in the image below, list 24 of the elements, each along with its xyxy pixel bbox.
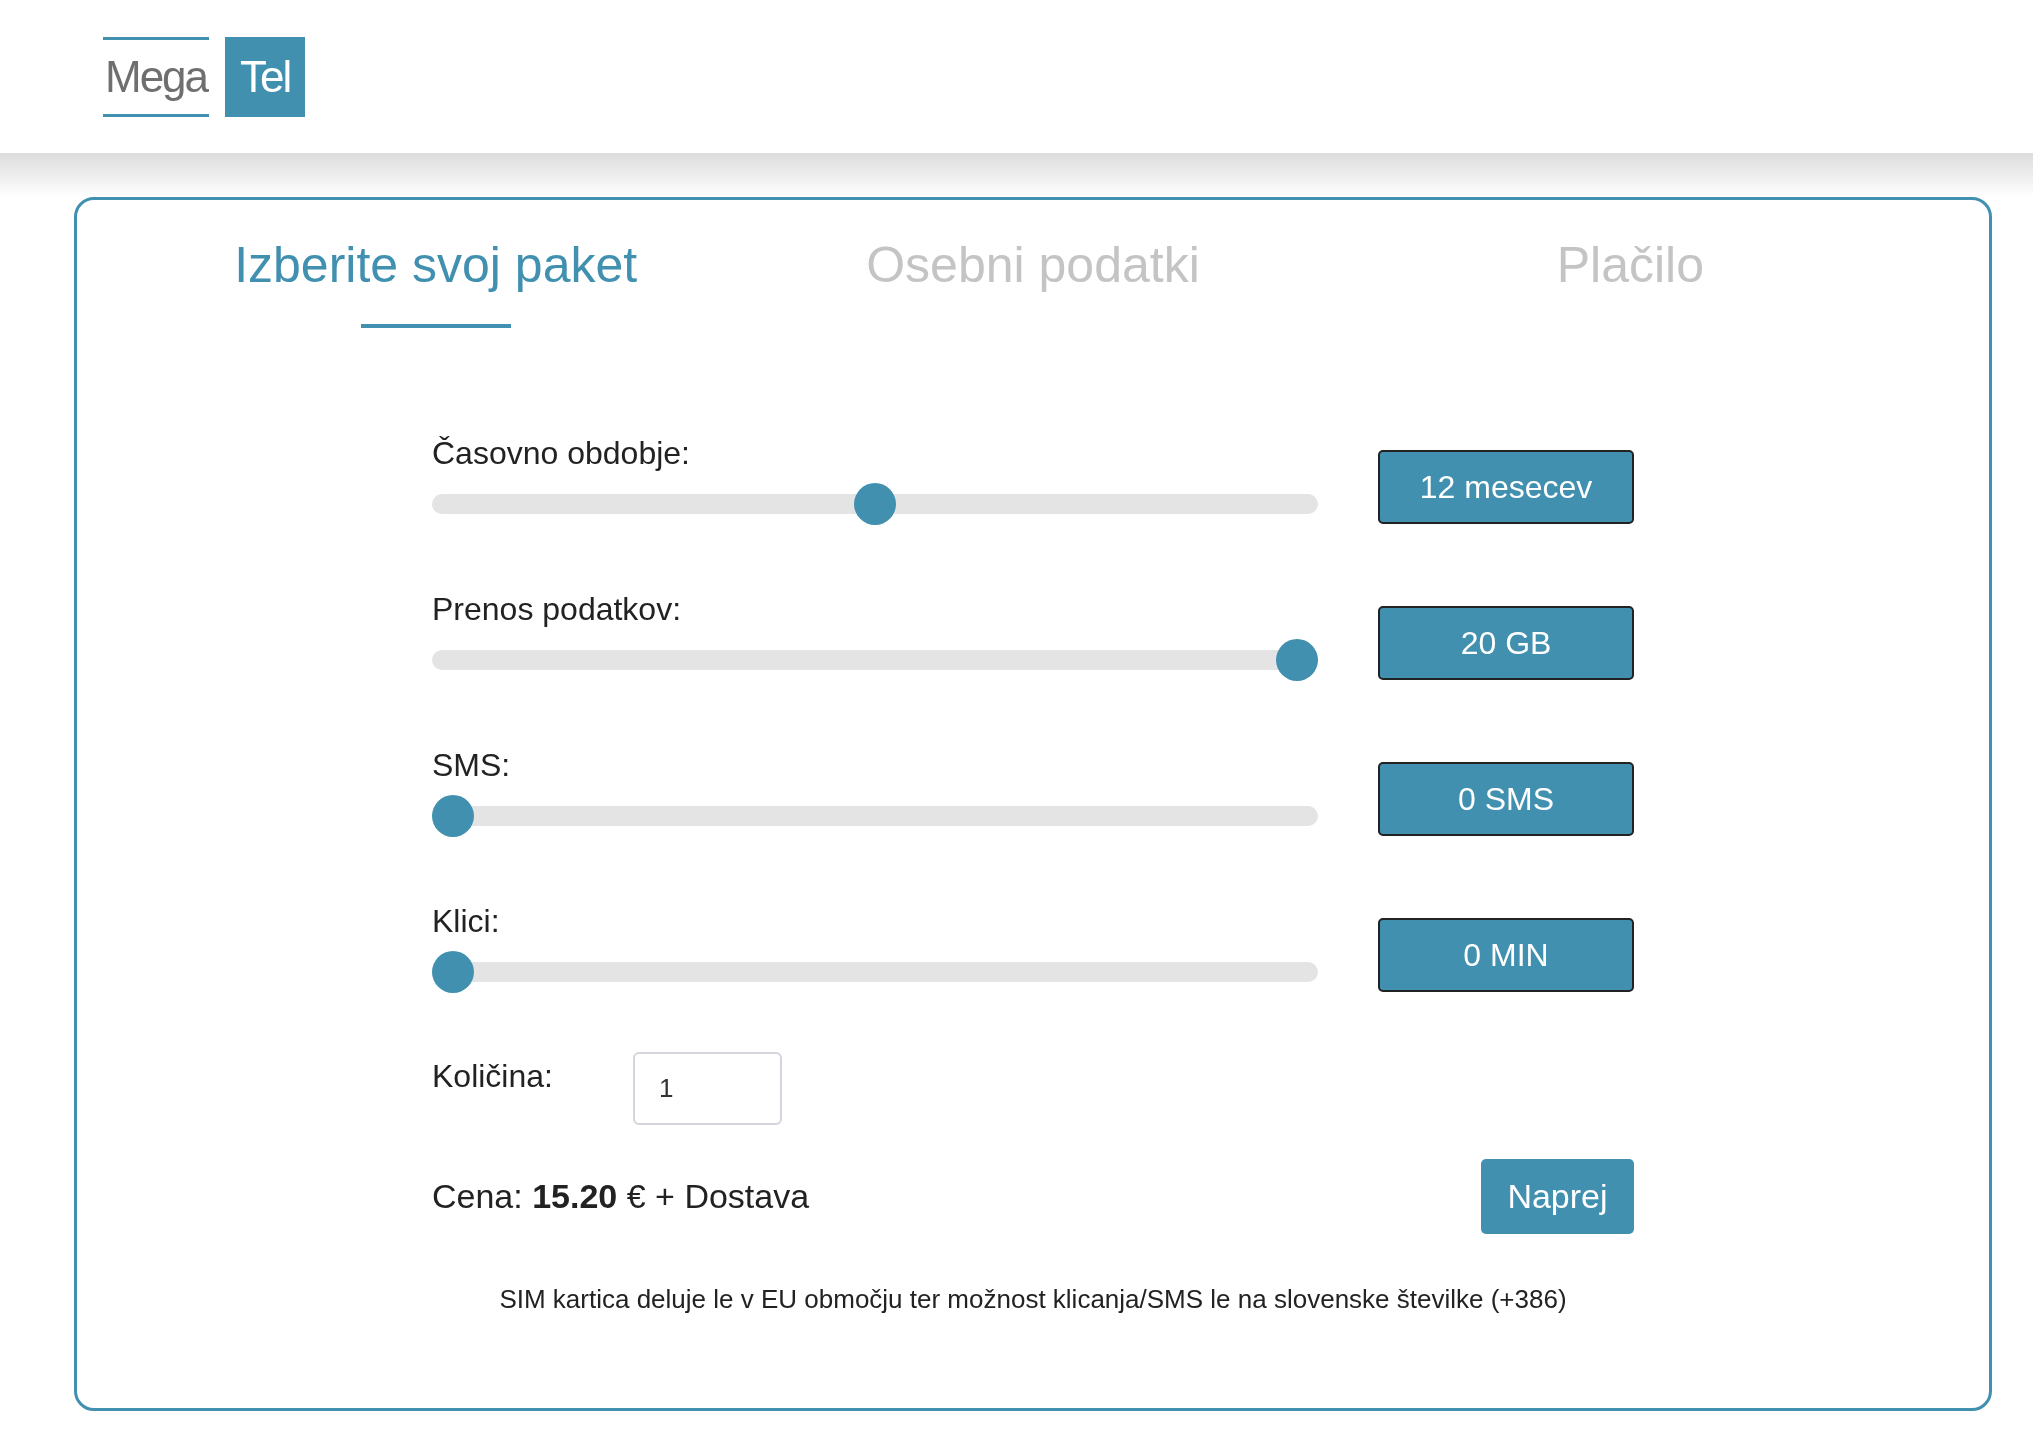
value-display: 12 mesecev — [1378, 450, 1634, 524]
slider-thumb[interactable] — [432, 795, 474, 837]
slider-thumb[interactable] — [1276, 639, 1318, 681]
slider[interactable] — [432, 795, 1318, 837]
note-text: SIM kartica deluje le v EU območju ter možnost klicanja/SMS le na slovenske številke (+386) — [498, 1284, 1568, 1315]
slider[interactable] — [432, 639, 1318, 681]
value-display: 0 MIN — [1378, 918, 1634, 992]
value-display: 0 SMS — [1378, 762, 1634, 836]
slider-label: SMS: — [432, 747, 511, 784]
value-display: 20 GB — [1378, 606, 1634, 680]
quantity-field[interactable]: 1 — [632, 1052, 782, 1125]
next-button[interactable]: Naprej — [1481, 1159, 1634, 1234]
logo-badge: Tel — [225, 36, 306, 117]
slider[interactable] — [432, 483, 1318, 525]
price-text: Cena: 15.20 € + Dostava — [432, 1177, 810, 1216]
slider-thumb[interactable] — [854, 483, 896, 525]
slider-thumb[interactable] — [432, 951, 474, 993]
slider-label: Časovno obdobje: — [432, 435, 690, 472]
slider-label: Klici: — [432, 903, 500, 940]
logo-text: Mega — [103, 36, 210, 117]
slider-label: Prenos podatkov: — [432, 591, 682, 628]
step-tab[interactable]: Izberite svoj paket — [234, 236, 638, 294]
quantity-label: Količina: — [432, 1058, 553, 1095]
slider[interactable] — [432, 951, 1318, 993]
